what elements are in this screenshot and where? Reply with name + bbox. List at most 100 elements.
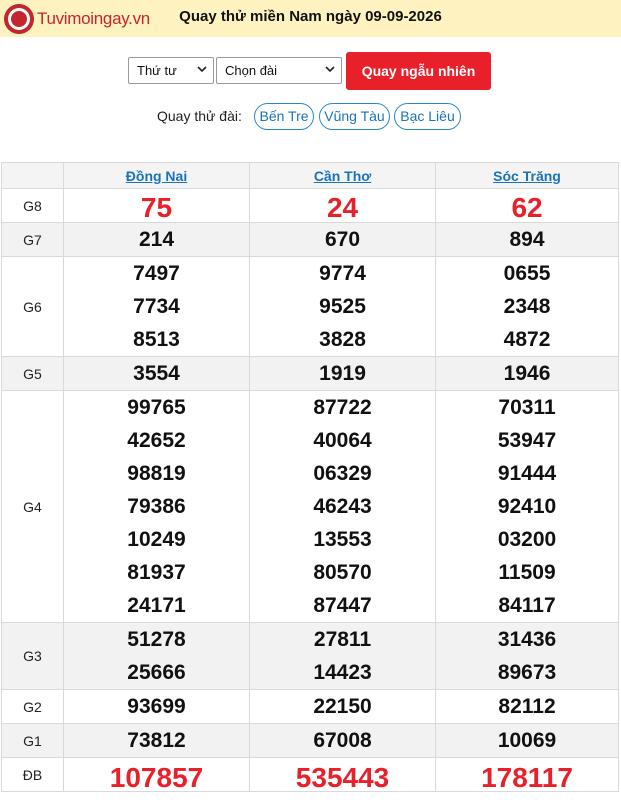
- result-number: 73812: [127, 729, 186, 752]
- prize-label: G6: [1, 256, 64, 357]
- result-cell: 1946: [435, 356, 619, 391]
- result-number: 27811: [313, 628, 372, 651]
- result-cell: 99765 42652 98819 79386 10249 81937 24171: [62, 390, 251, 623]
- result-number: 1946: [503, 362, 551, 385]
- table-header-row: Đồng Nai Cần Thơ Sóc Trăng: [1, 162, 619, 189]
- result-cell: 22150: [249, 689, 437, 724]
- column-header-dong-nai[interactable]: Đồng Nai: [62, 162, 251, 189]
- result-number: 894: [509, 228, 545, 251]
- result-cell: 3554: [62, 356, 251, 391]
- result-number: 670: [325, 228, 361, 251]
- result-number: 80570: [313, 561, 372, 584]
- table-row: G2 93699 22150 82112: [1, 689, 619, 724]
- result-number: 81937: [127, 561, 186, 584]
- result-number: 25666: [127, 661, 186, 684]
- result-cell: 51278 25666: [62, 622, 251, 690]
- prize-label: G1: [1, 723, 64, 758]
- result-number: 98819: [127, 462, 186, 485]
- table-row: G1 73812 67008 10069: [1, 723, 619, 758]
- result-cell: 62: [435, 188, 619, 223]
- result-number: 3554: [133, 362, 180, 385]
- result-number: 535443: [295, 762, 390, 793]
- column-header-can-tho[interactable]: Cần Thơ: [249, 162, 437, 189]
- result-cell: 670: [249, 222, 437, 257]
- result-number: 0655: [503, 262, 551, 285]
- result-cell: 178117: [435, 757, 619, 793]
- result-number: 84117: [498, 594, 556, 617]
- result-number: 22150: [313, 695, 372, 718]
- header-bar: Tuvimoingay.vn Quay thử miền Nam ngày 09…: [0, 0, 621, 37]
- result-cell: 73812: [62, 723, 251, 758]
- result-number: 51278: [127, 628, 186, 651]
- result-number: 214: [138, 228, 175, 251]
- result-number: 9774: [319, 262, 366, 285]
- result-cell: 894: [435, 222, 619, 257]
- result-number: 06329: [313, 462, 372, 485]
- result-cell: 10069: [435, 723, 619, 758]
- result-number: 24171: [127, 594, 186, 617]
- result-number: 4872: [503, 328, 551, 351]
- result-cell: 93699: [62, 689, 251, 724]
- result-cell: 535443: [249, 757, 437, 793]
- prize-label: G7: [1, 222, 64, 257]
- result-number: 79386: [127, 495, 186, 518]
- result-number: 93699: [127, 695, 186, 718]
- quick-stations: Quay thử đài: Bến Tre Vũng Tàu Bạc Liêu: [0, 103, 621, 131]
- day-select[interactable]: Thứ tư: [128, 57, 214, 84]
- result-number: 1919: [319, 362, 366, 385]
- prize-label: G5: [1, 356, 64, 391]
- random-spin-button[interactable]: Quay ngẫu nhiên: [346, 52, 491, 90]
- table-row: G7 214 670 894: [1, 222, 619, 257]
- result-number: 87447: [313, 594, 372, 617]
- table-row: G6 7497 7734 8513 9774 9525 3828 0655 2348 4872: [1, 256, 619, 357]
- prize-label: G3: [1, 622, 64, 690]
- result-number: 10069: [497, 729, 557, 752]
- results-body: G8 75 24 62 G7 214 670 894 G6 7497 7734 8513 9774 952…: [1, 188, 619, 793]
- result-cell: 67008: [249, 723, 437, 758]
- table-row: G4 99765 42652 98819 79386 10249 81937 24171 877…: [1, 390, 619, 623]
- result-number: 2348: [503, 295, 551, 318]
- result-number: 67008: [313, 729, 372, 752]
- result-cell: 70311 53947 91444 92410 03200 11509 84117: [435, 390, 619, 623]
- result-number: 40064: [313, 429, 372, 452]
- result-number: 99765: [127, 396, 186, 419]
- result-number: 03200: [497, 528, 557, 551]
- result-number: 24: [326, 192, 359, 223]
- station-select[interactable]: Chọn đài: [216, 57, 342, 84]
- result-number: 82112: [498, 695, 556, 718]
- result-number: 87722: [313, 396, 372, 419]
- result-number: 7497: [133, 262, 180, 285]
- result-cell: 214: [62, 222, 251, 257]
- result-number: 11509: [498, 561, 556, 584]
- result-number: 75: [140, 192, 173, 223]
- result-cell: 31436 89673: [435, 622, 619, 690]
- page-title: Quay thử miền Nam ngày 09-09-2026: [179, 8, 442, 25]
- result-number: 42652: [127, 429, 186, 452]
- result-cell: 87722 40064 06329 46243 13553 80570 87447: [249, 390, 437, 623]
- result-cell: 7497 7734 8513: [62, 256, 251, 357]
- station-link-ben-tre[interactable]: Bến Tre: [254, 103, 314, 130]
- station-link-vung-tau[interactable]: Vũng Tàu: [319, 103, 390, 130]
- quick-stations-label: Quay thử đài:: [157, 108, 242, 124]
- result-number: 14423: [313, 661, 372, 684]
- prize-label: G2: [1, 689, 64, 724]
- result-cell: 107857: [62, 757, 251, 793]
- result-number: 92410: [497, 495, 557, 518]
- table-row: ĐB 107857 535443 178117: [1, 757, 619, 793]
- chevron-down-icon: [325, 66, 335, 73]
- result-number: 62: [511, 192, 543, 223]
- day-select-value: Thứ tư: [137, 63, 177, 78]
- station-select-value: Chọn đài: [225, 63, 278, 78]
- column-header-soc-trang[interactable]: Sóc Trăng: [435, 162, 619, 189]
- prize-label: ĐB: [1, 757, 64, 792]
- result-number: 10249: [127, 528, 186, 551]
- result-number: 107857: [109, 762, 204, 793]
- result-number: 53947: [497, 429, 557, 452]
- result-number: 7734: [133, 295, 180, 318]
- result-cell: 82112: [435, 689, 619, 724]
- results-table: Đồng Nai Cần Thơ Sóc Trăng G8 75 24 62 G7 214…: [1, 162, 619, 793]
- result-number: 89673: [497, 661, 557, 684]
- controls-row: Thứ tư Chọn đài Quay ngẫu nhiên: [0, 52, 621, 90]
- table-row: G8 75 24 62: [1, 188, 619, 223]
- station-link-bac-lieu[interactable]: Bạc Liêu: [394, 103, 461, 130]
